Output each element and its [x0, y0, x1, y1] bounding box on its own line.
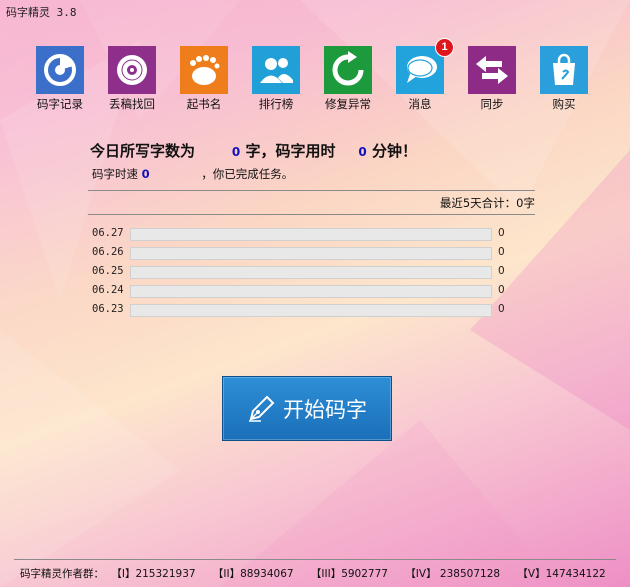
chart-pie-icon: [36, 46, 84, 94]
history-date: 06.26: [92, 246, 124, 258]
start-typing-button[interactable]: 开始码字: [222, 376, 392, 441]
recent-total: 最近5天合计：0字: [439, 196, 535, 210]
toolbar-item-repair[interactable]: 修复异常: [312, 46, 384, 112]
history-date: 06.23: [92, 303, 124, 315]
history-count: 0: [498, 246, 505, 258]
toolbar-item-label: 起书名: [186, 97, 222, 111]
users-icon: [252, 46, 300, 94]
toolbar-item-label: 消息: [408, 97, 432, 111]
toolbar-item-purchase[interactable]: 购买: [528, 46, 600, 112]
toolbar-item-sync[interactable]: 同步: [456, 46, 528, 112]
history-count: 0: [498, 303, 505, 315]
pen-nib-icon: [249, 395, 275, 422]
toolbar-item-messages[interactable]: 1 消息: [384, 38, 456, 112]
speed-note: ，你已完成任务。: [201, 167, 294, 181]
typing-speed: 码字时速 0 ，你已完成任务。: [92, 166, 293, 182]
window-title: 码字精灵 3.8: [6, 6, 77, 19]
toolbar-item-label: 购买: [552, 97, 576, 111]
unread-badge: 1: [435, 38, 454, 57]
footer-divider: [14, 559, 616, 560]
toolbar-item-label: 排行榜: [258, 97, 294, 111]
speed-label: 码字时速: [92, 167, 138, 181]
refresh-icon: [324, 46, 372, 94]
toolbar-item-ranking[interactable]: 排行榜: [240, 46, 312, 112]
history-count: 0: [498, 227, 505, 239]
history-progress-bar: [130, 266, 492, 279]
history-row: 06.25 0: [92, 265, 512, 279]
footer-label: 码字精灵作者群：: [20, 568, 104, 580]
summary-prefix: 今日所写字数为: [90, 142, 196, 160]
speed-value: 0: [141, 167, 150, 181]
toolbar-item-label: 码字记录: [37, 97, 83, 111]
history-count: 0: [498, 284, 505, 296]
word-count: 0: [231, 145, 241, 159]
qq-group: 【V】147434122: [517, 568, 606, 580]
history-row: 06.26 0: [92, 246, 512, 260]
history-date: 06.27: [92, 227, 124, 239]
toolbar-item-label: 修复异常: [325, 97, 371, 111]
start-typing-label: 开始码字: [283, 397, 367, 422]
history-row: 06.27 0: [92, 227, 512, 241]
qq-group: 【IV】 238507128: [405, 568, 501, 580]
qq-group: 【III】5902777: [310, 568, 388, 580]
history-date: 06.25: [92, 265, 124, 277]
shopping-bag-icon: [540, 46, 588, 94]
summary-suffix: 分钟！: [371, 142, 417, 160]
history-progress-bar: [130, 285, 492, 298]
history-progress-bar: [130, 228, 492, 241]
today-summary: 今日所写字数为 0 字，码字用时 0 分钟！: [90, 140, 417, 161]
history-row: 06.23 0: [92, 303, 512, 317]
toolbar-item-label: 同步: [480, 97, 504, 111]
qq-group: 【II】88934067: [212, 568, 294, 580]
main-window: 码字精灵 3.8 码字记录 丢稿找回 起书名 排行榜 修复异常 1 消息 同步 …: [0, 0, 630, 587]
summary-mid: 字，码字用时: [245, 142, 336, 160]
footer-groups: 码字精灵作者群： 【I】215321937 【II】88934067 【III】…: [20, 566, 620, 581]
minutes-count: 0: [358, 145, 367, 159]
toolbar: 码字记录 丢稿找回 起书名 排行榜 修复异常 1 消息 同步 购买: [0, 38, 630, 112]
history-progress-bar: [130, 247, 492, 260]
history-row: 06.24 0: [92, 284, 512, 298]
history-count: 0: [498, 265, 505, 277]
chat-bubbles-icon: 1: [396, 38, 454, 94]
sync-arrows-icon: [468, 46, 516, 94]
toolbar-item-label: 丢稿找回: [109, 97, 155, 111]
footprint-icon: [180, 46, 228, 94]
toolbar-item-typing-record[interactable]: 码字记录: [24, 46, 96, 112]
toolbar-item-recover-draft[interactable]: 丢稿找回: [96, 46, 168, 112]
history-date: 06.24: [92, 284, 124, 296]
history-progress-bar: [130, 304, 492, 317]
toolbar-item-book-name[interactable]: 起书名: [168, 46, 240, 112]
divider: [88, 190, 535, 191]
qq-group: 【I】215321937: [111, 568, 196, 580]
disc-icon: [108, 46, 156, 94]
divider: [88, 214, 535, 215]
